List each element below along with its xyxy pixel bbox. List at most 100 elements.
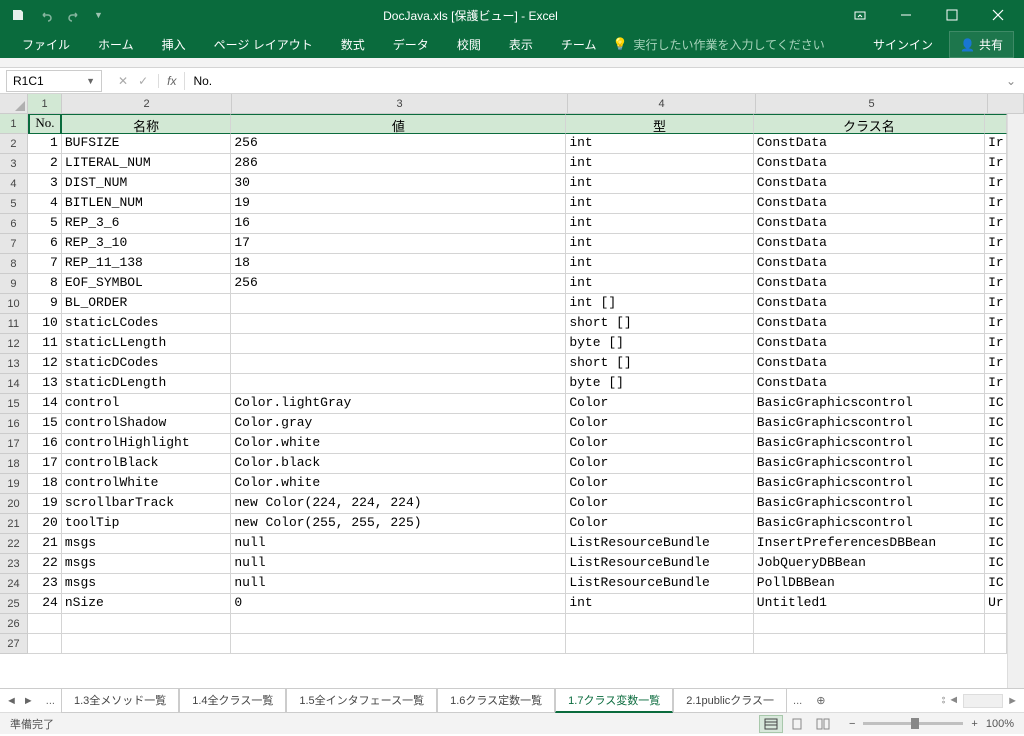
- row-header[interactable]: 13: [0, 354, 28, 374]
- maximize-button[interactable]: [930, 0, 974, 30]
- cell-no[interactable]: 10: [28, 314, 62, 334]
- tell-me[interactable]: 💡 実行したい作業を入力してください: [612, 36, 824, 53]
- cell-type[interactable]: int: [566, 194, 753, 214]
- cell-value[interactable]: null: [231, 534, 566, 554]
- sheet-tab[interactable]: 1.6クラス定数一覧: [437, 689, 555, 713]
- cell-type[interactable]: Color: [566, 414, 753, 434]
- cell-no[interactable]: 19: [28, 494, 62, 514]
- row-header[interactable]: 15: [0, 394, 28, 414]
- cell-value[interactable]: 18: [231, 254, 566, 274]
- tab-insert[interactable]: 挿入: [150, 32, 198, 57]
- row-header[interactable]: 26: [0, 614, 28, 634]
- cell-no[interactable]: 4: [28, 194, 62, 214]
- cell-name[interactable]: msgs: [62, 574, 232, 594]
- signin-link[interactable]: サインイン: [861, 32, 945, 57]
- tab-review[interactable]: 校閲: [445, 32, 493, 57]
- row-header[interactable]: 24: [0, 574, 28, 594]
- vertical-scrollbar[interactable]: [1007, 114, 1024, 688]
- name-box[interactable]: R1C1 ▼: [6, 70, 102, 92]
- tab-file[interactable]: ファイル: [10, 32, 82, 57]
- cell[interactable]: [62, 614, 232, 634]
- cell-value[interactable]: [231, 374, 566, 394]
- zoom-out-button[interactable]: −: [849, 718, 855, 730]
- row-header[interactable]: 11: [0, 314, 28, 334]
- row-header[interactable]: 12: [0, 334, 28, 354]
- cell-no[interactable]: 17: [28, 454, 62, 474]
- sheet-tab[interactable]: 1.5全インタフェース一覧: [286, 689, 437, 713]
- cell-no[interactable]: 21: [28, 534, 62, 554]
- row-header[interactable]: 10: [0, 294, 28, 314]
- cell[interactable]: Ir: [985, 194, 1007, 214]
- cell-value[interactable]: Color.gray: [231, 414, 566, 434]
- view-pagelayout-button[interactable]: [785, 715, 809, 733]
- save-icon[interactable]: [10, 7, 26, 23]
- sheet-tab[interactable]: 1.7クラス変数一覧: [555, 689, 673, 713]
- cell[interactable]: Ir: [985, 254, 1007, 274]
- cell-class[interactable]: ConstData: [754, 254, 985, 274]
- cell-no[interactable]: 20: [28, 514, 62, 534]
- cell-type[interactable]: ListResourceBundle: [566, 554, 753, 574]
- close-button[interactable]: [976, 0, 1020, 30]
- sheet-tab[interactable]: 1.4全クラス一覧: [179, 689, 286, 713]
- cell-class[interactable]: BasicGraphicscontrol: [754, 474, 985, 494]
- row-header[interactable]: 2: [0, 134, 28, 154]
- row-header[interactable]: 7: [0, 234, 28, 254]
- redo-icon[interactable]: [66, 7, 82, 23]
- cell-name[interactable]: LITERAL_NUM: [62, 154, 232, 174]
- view-normal-button[interactable]: [759, 715, 783, 733]
- cell[interactable]: IC: [985, 474, 1007, 494]
- cell-class[interactable]: BasicGraphicscontrol: [754, 514, 985, 534]
- cell-value[interactable]: 286: [231, 154, 566, 174]
- cell[interactable]: [566, 634, 753, 654]
- accept-formula-icon[interactable]: ✓: [138, 74, 148, 88]
- cell-no[interactable]: 24: [28, 594, 62, 614]
- share-button[interactable]: 👤共有: [949, 31, 1014, 58]
- cell-class[interactable]: ConstData: [754, 154, 985, 174]
- cell-value[interactable]: new Color(255, 255, 225): [231, 514, 566, 534]
- cell-class[interactable]: InsertPreferencesDBBean: [754, 534, 985, 554]
- cell-type[interactable]: Color: [566, 514, 753, 534]
- cell[interactable]: [985, 114, 1007, 134]
- tab-team[interactable]: チーム: [549, 32, 609, 57]
- undo-icon[interactable]: [38, 7, 54, 23]
- cell[interactable]: [566, 614, 753, 634]
- cell-no[interactable]: 12: [28, 354, 62, 374]
- cell[interactable]: [754, 614, 985, 634]
- cell[interactable]: [231, 614, 566, 634]
- cell-no[interactable]: 9: [28, 294, 62, 314]
- cell-value[interactable]: 30: [231, 174, 566, 194]
- cell-type[interactable]: Color: [566, 494, 753, 514]
- cell-no[interactable]: 1: [28, 134, 62, 154]
- row-header[interactable]: 22: [0, 534, 28, 554]
- cell-no[interactable]: 13: [28, 374, 62, 394]
- cell-class[interactable]: BasicGraphicscontrol: [754, 414, 985, 434]
- cell-value[interactable]: [231, 354, 566, 374]
- tab-formulas[interactable]: 数式: [329, 32, 377, 57]
- cell[interactable]: [985, 634, 1007, 654]
- cell[interactable]: IC: [985, 414, 1007, 434]
- cell-value[interactable]: [231, 294, 566, 314]
- cell-name[interactable]: DIST_NUM: [62, 174, 232, 194]
- row-header[interactable]: 18: [0, 454, 28, 474]
- cell-no[interactable]: 16: [28, 434, 62, 454]
- cell-type[interactable]: ListResourceBundle: [566, 534, 753, 554]
- cell-class[interactable]: ConstData: [754, 314, 985, 334]
- name-box-dropdown-icon[interactable]: ▼: [86, 76, 95, 86]
- cell-name[interactable]: staticLCodes: [62, 314, 232, 334]
- cell[interactable]: IC: [985, 514, 1007, 534]
- fx-icon[interactable]: fx: [158, 74, 184, 88]
- cell-name[interactable]: BITLEN_NUM: [62, 194, 232, 214]
- view-pagebreak-button[interactable]: [811, 715, 835, 733]
- cell-class[interactable]: ConstData: [754, 214, 985, 234]
- cell-class[interactable]: ConstData: [754, 354, 985, 374]
- cell-name[interactable]: staticLLength: [62, 334, 232, 354]
- cell[interactable]: IC: [985, 494, 1007, 514]
- tab-pagelayout[interactable]: ページ レイアウト: [202, 32, 325, 57]
- cell-value[interactable]: Color.lightGray: [231, 394, 566, 414]
- cell-class[interactable]: ConstData: [754, 274, 985, 294]
- cell[interactable]: [28, 614, 62, 634]
- row-header[interactable]: 9: [0, 274, 28, 294]
- sheet-nav-next-icon[interactable]: ►: [23, 695, 34, 707]
- cell[interactable]: IC: [985, 574, 1007, 594]
- col-header[interactable]: 1: [28, 94, 62, 114]
